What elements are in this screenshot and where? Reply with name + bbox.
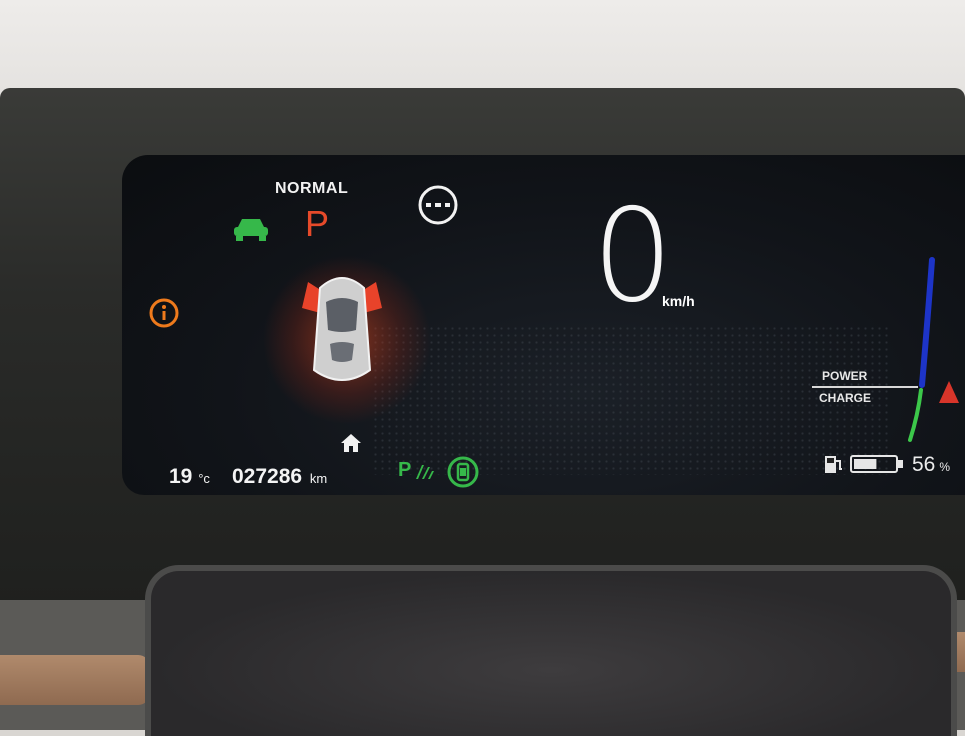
warning-triangle-icon [939, 381, 959, 403]
phone-key-icon [447, 456, 479, 488]
temperature-value: 19 [169, 465, 193, 488]
drive-mode-label: NORMAL [275, 180, 349, 197]
battery-percent-value: 56 [912, 453, 936, 476]
battery-fill-bar [854, 459, 877, 469]
charging-station-icon [825, 456, 842, 473]
park-sensor-waves-icon [416, 465, 434, 479]
power-divider [812, 386, 918, 388]
speed-unit: km/h [662, 293, 695, 309]
odometer: 027286 km [232, 465, 327, 489]
wood-trim-left [0, 655, 150, 705]
power-charge-gauge [908, 257, 935, 442]
info-warning-icon [149, 298, 179, 328]
battery-percentage: 56% [912, 453, 950, 477]
odometer-unit: km [309, 471, 328, 486]
power-label: POWER [822, 369, 868, 383]
instrument-cluster-display: NORMAL P 0 km/h POWER CHARGE 19 °c 02728… [122, 155, 965, 495]
car-ready-icon [234, 219, 268, 241]
outside-temperature: 19 °c [169, 465, 210, 489]
temperature-unit: °c [198, 471, 210, 486]
cruise-off-icon [418, 185, 458, 225]
storage-tray [145, 565, 957, 736]
gear-indicator: P [305, 203, 330, 244]
battery-icon [850, 455, 903, 473]
odometer-value: 027286 [232, 465, 303, 488]
park-assist-icon: P [398, 459, 438, 483]
charge-label: CHARGE [819, 391, 872, 405]
doors-open-icon [302, 277, 382, 381]
home-icon [341, 434, 361, 452]
park-assist-label: P [398, 459, 412, 481]
battery-percent-unit: % [939, 460, 951, 474]
dot-grid-road [372, 325, 892, 475]
